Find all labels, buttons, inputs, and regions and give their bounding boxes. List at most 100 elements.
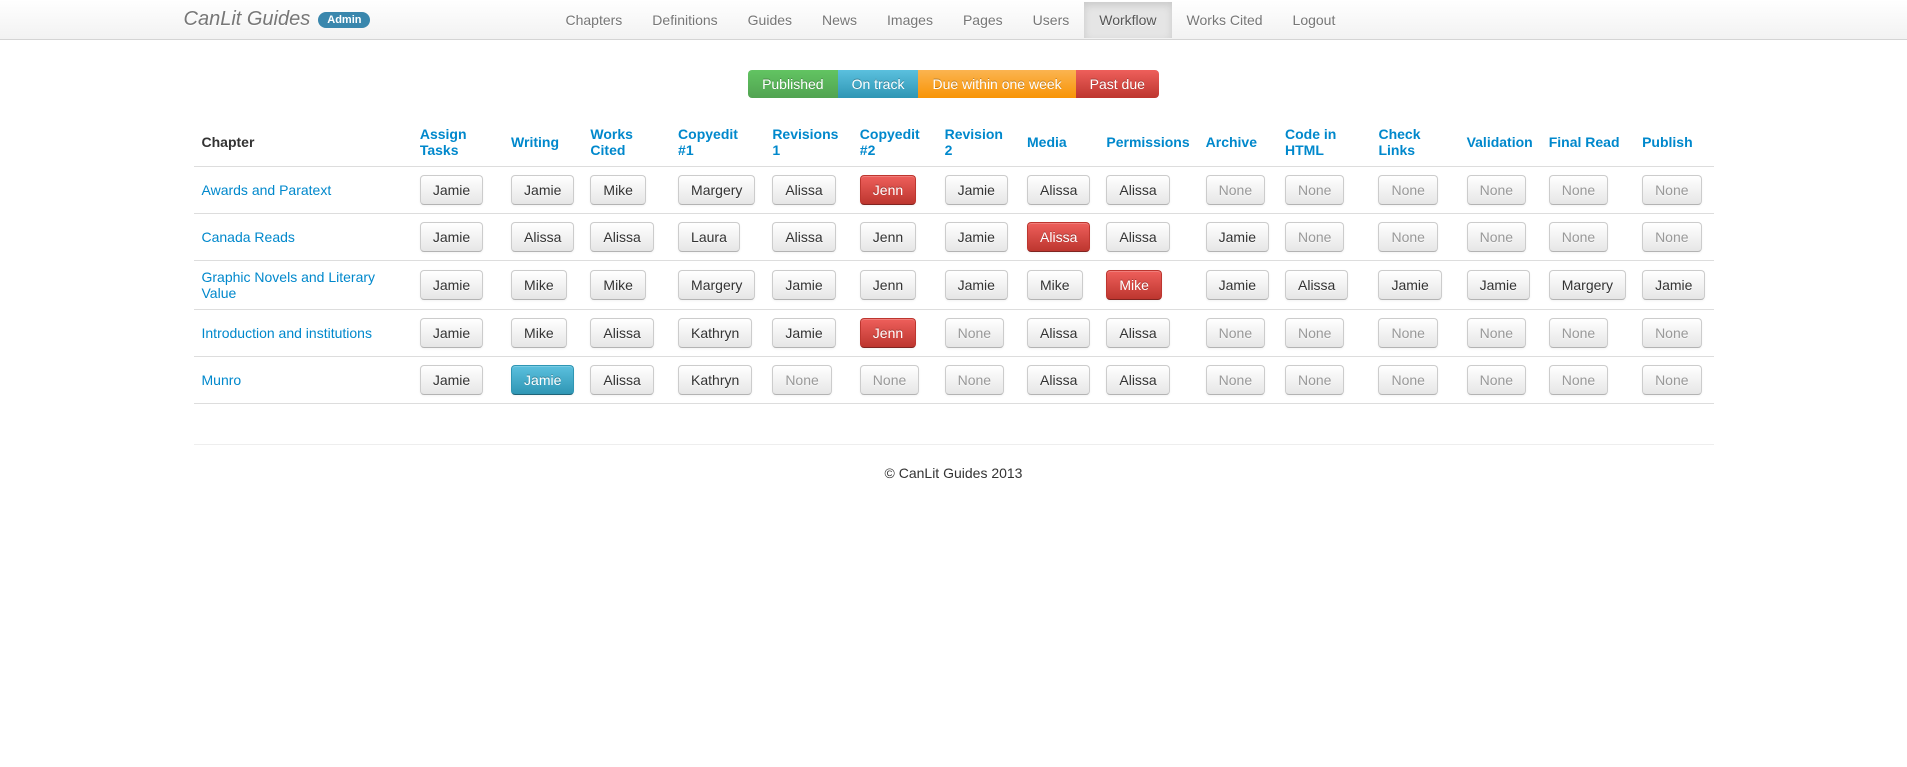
- nav-item-pages[interactable]: Pages: [948, 2, 1018, 38]
- task-button[interactable]: Kathryn: [678, 318, 752, 348]
- admin-badge: Admin: [318, 12, 370, 28]
- column-header-validation[interactable]: Validation: [1467, 134, 1533, 150]
- status-legend: PublishedOn trackDue within one weekPast…: [194, 70, 1714, 98]
- task-button: None: [860, 365, 919, 395]
- task-button[interactable]: Jamie: [1642, 270, 1705, 300]
- chapter-link[interactable]: Munro: [202, 372, 242, 388]
- chapter-link[interactable]: Awards and Paratext: [202, 182, 332, 198]
- nav-item-users[interactable]: Users: [1018, 2, 1085, 38]
- task-button[interactable]: Jamie: [945, 175, 1008, 205]
- task-button[interactable]: Alissa: [1027, 318, 1090, 348]
- task-button[interactable]: Alissa: [590, 222, 653, 252]
- task-button[interactable]: Alissa: [1106, 175, 1169, 205]
- table-row: Introduction and institutions Jamie Mike Al…: [194, 310, 1714, 357]
- task-button[interactable]: Mike: [511, 318, 567, 348]
- task-button: None: [1285, 175, 1344, 205]
- task-button: None: [1285, 318, 1344, 348]
- chapter-link[interactable]: Introduction and institutions: [202, 325, 372, 341]
- task-button: None: [1549, 175, 1608, 205]
- chapter-link[interactable]: Canada Reads: [202, 229, 295, 245]
- divider: [194, 444, 1714, 445]
- task-button[interactable]: Jenn: [860, 175, 916, 205]
- task-button[interactable]: Jamie: [420, 270, 483, 300]
- task-button[interactable]: Alissa: [1027, 365, 1090, 395]
- column-header-revision-2[interactable]: Revision 2: [945, 126, 1003, 158]
- brand[interactable]: CanLit Guides Admin: [184, 8, 391, 31]
- task-button[interactable]: Alissa: [772, 222, 835, 252]
- task-button[interactable]: Alissa: [1106, 222, 1169, 252]
- nav-item-works-cited[interactable]: Works Cited: [1172, 2, 1278, 38]
- task-button[interactable]: Jenn: [860, 318, 916, 348]
- column-header-copyedit-1[interactable]: Copyedit #1: [678, 126, 738, 158]
- column-header-works-cited[interactable]: Works Cited: [590, 126, 633, 158]
- task-button: None: [1642, 365, 1701, 395]
- task-button: None: [1206, 365, 1265, 395]
- nav-item-news[interactable]: News: [807, 2, 872, 38]
- task-button[interactable]: Mike: [590, 270, 646, 300]
- task-button[interactable]: Jamie: [772, 318, 835, 348]
- task-button[interactable]: Jamie: [511, 365, 574, 395]
- nav-item-guides[interactable]: Guides: [733, 2, 807, 38]
- task-button[interactable]: Jamie: [945, 222, 1008, 252]
- task-button[interactable]: Alissa: [1106, 365, 1169, 395]
- legend-ontrack: On track: [838, 70, 919, 98]
- column-header-media[interactable]: Media: [1027, 134, 1067, 150]
- task-button[interactable]: Jamie: [1206, 270, 1269, 300]
- column-header-chapter: Chapter: [194, 118, 412, 167]
- task-button[interactable]: Alissa: [1027, 175, 1090, 205]
- task-button[interactable]: Alissa: [1285, 270, 1348, 300]
- nav-item-chapters[interactable]: Chapters: [550, 2, 637, 38]
- task-button[interactable]: Jamie: [1467, 270, 1530, 300]
- nav-item-definitions[interactable]: Definitions: [637, 2, 732, 38]
- chapter-link[interactable]: Graphic Novels and Literary Value: [202, 269, 376, 301]
- task-button[interactable]: Jenn: [860, 222, 916, 252]
- column-header-final-read[interactable]: Final Read: [1549, 134, 1620, 150]
- task-button: None: [1467, 175, 1526, 205]
- task-button[interactable]: Margery: [1549, 270, 1626, 300]
- task-button[interactable]: Jamie: [945, 270, 1008, 300]
- task-button[interactable]: Jamie: [420, 222, 483, 252]
- top-navbar: CanLit Guides Admin ChaptersDefinitionsG…: [0, 0, 1907, 40]
- task-button: None: [1549, 365, 1608, 395]
- task-button[interactable]: Jamie: [420, 318, 483, 348]
- column-header-writing[interactable]: Writing: [511, 134, 559, 150]
- column-header-revisions-1[interactable]: Revisions 1: [772, 126, 838, 158]
- task-button[interactable]: Alissa: [772, 175, 835, 205]
- task-button[interactable]: Mike: [1106, 270, 1162, 300]
- task-button[interactable]: Kathryn: [678, 365, 752, 395]
- column-header-archive[interactable]: Archive: [1206, 134, 1257, 150]
- task-button[interactable]: Alissa: [511, 222, 574, 252]
- task-button: None: [772, 365, 831, 395]
- nav-item-workflow[interactable]: Workflow: [1084, 2, 1171, 38]
- task-button[interactable]: Jenn: [860, 270, 916, 300]
- task-button[interactable]: Jamie: [772, 270, 835, 300]
- column-header-code-in-html[interactable]: Code in HTML: [1285, 126, 1336, 158]
- task-button[interactable]: Mike: [1027, 270, 1083, 300]
- table-row: Graphic Novels and Literary Value Jamie Mi…: [194, 261, 1714, 310]
- task-button[interactable]: Jamie: [511, 175, 574, 205]
- column-header-assign-tasks[interactable]: Assign Tasks: [420, 126, 467, 158]
- table-header-row: ChapterAssign Tasks Writing Works Cited Cop…: [194, 118, 1714, 167]
- task-button[interactable]: Margery: [678, 270, 755, 300]
- task-button[interactable]: Margery: [678, 175, 755, 205]
- task-button[interactable]: Alissa: [590, 365, 653, 395]
- task-button[interactable]: Alissa: [590, 318, 653, 348]
- column-header-permissions[interactable]: Permissions: [1106, 134, 1189, 150]
- task-button: None: [1378, 175, 1437, 205]
- task-button[interactable]: Mike: [511, 270, 567, 300]
- task-button[interactable]: Laura: [678, 222, 740, 252]
- nav-item-logout[interactable]: Logout: [1278, 2, 1351, 38]
- task-button[interactable]: Jamie: [420, 365, 483, 395]
- task-button[interactable]: Alissa: [1106, 318, 1169, 348]
- nav-item-images[interactable]: Images: [872, 2, 948, 38]
- column-header-check-links[interactable]: Check Links: [1378, 126, 1420, 158]
- task-button[interactable]: Mike: [590, 175, 646, 205]
- task-button[interactable]: Jamie: [1378, 270, 1441, 300]
- column-header-copyedit-2[interactable]: Copyedit #2: [860, 126, 920, 158]
- main-nav: ChaptersDefinitionsGuidesNewsImagesPages…: [550, 2, 1350, 38]
- task-button[interactable]: Jamie: [1206, 222, 1269, 252]
- task-button: None: [1642, 175, 1701, 205]
- column-header-publish[interactable]: Publish: [1642, 134, 1693, 150]
- task-button[interactable]: Jamie: [420, 175, 483, 205]
- task-button[interactable]: Alissa: [1027, 222, 1090, 252]
